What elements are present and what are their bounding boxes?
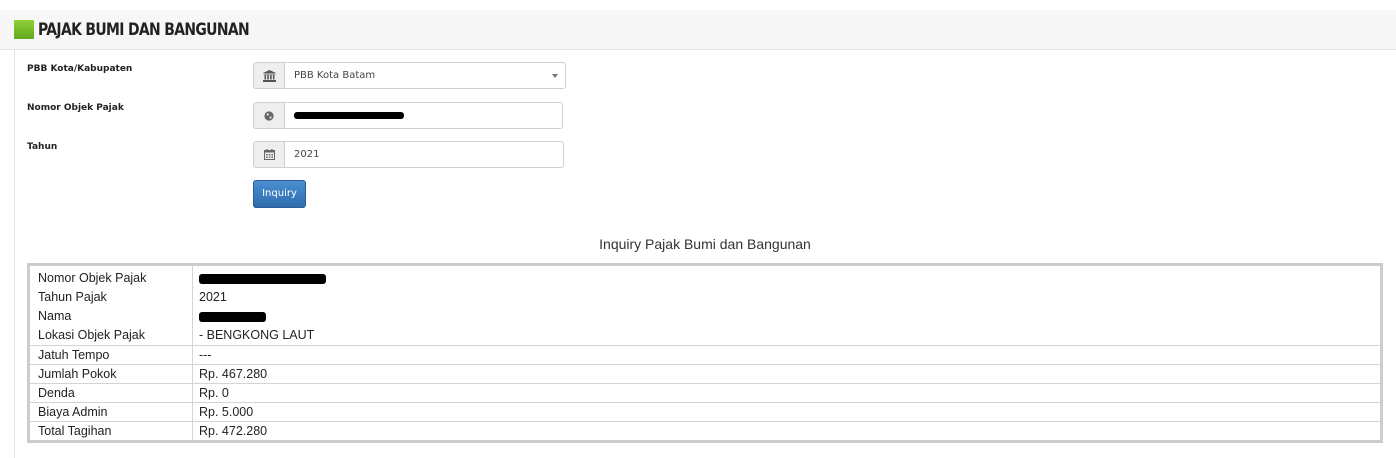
nop-label: Nomor Objek Pajak [27,103,124,113]
result-title: Inquiry Pajak Bumi dan Bangunan [599,236,811,252]
kota-select[interactable]: PBB Kota Batam [253,62,566,89]
inquiry-button[interactable]: Inquiry [253,180,306,208]
row-label: Jatuh Tempo [38,348,110,362]
table-row: Denda Rp. 0 [30,383,1380,400]
tahun-input[interactable]: 2021 [253,141,564,168]
nop-input[interactable] [253,102,563,129]
table-row: Jatuh Tempo --- [30,345,1380,362]
row-value: Rp. 472.280 [199,424,268,438]
institution-icon [254,63,285,88]
row-label: Total Tagihan [38,424,112,438]
tahun-input-value: 2021 [294,149,320,160]
kota-select-value: PBB Kota Batam [294,70,376,81]
row-value: Rp. 0 [199,386,229,400]
row-value: 2021 [199,290,227,304]
row-label: Nomor Objek Pajak [38,271,147,285]
result-table: Nomor Objek Pajak Tahun Pajak 2021 Nama … [27,263,1383,443]
nop-value-redaction [199,274,326,284]
row-label: Nama [38,309,72,323]
nop-redaction [294,112,404,119]
table-row: Total Tagihan Rp. 472.280 [30,421,1380,438]
row-value: Rp. 467.280 [199,367,268,381]
kota-label: PBB Kota/Kabupaten [27,64,133,74]
nama-value-redaction [199,312,266,322]
globe-icon [254,103,285,128]
row-value: - BENGKONG LAUT [199,328,315,342]
row-label: Biaya Admin [38,405,108,419]
table-row: Jumlah Pokok Rp. 467.280 [30,364,1380,381]
row-label: Jumlah Pokok [38,367,117,381]
row-label: Tahun Pajak [38,290,107,304]
row-label: Denda [38,386,75,400]
calendar-icon [254,142,285,167]
table-row: Biaya Admin Rp. 5.000 [30,402,1380,419]
page-title: PAJAK BUMI DAN BANGUNAN [38,20,250,40]
page: PAJAK BUMI DAN BANGUNAN PBB Kota/Kabupat… [0,0,1396,458]
row-value: Rp. 5.000 [199,405,254,419]
column-divider [192,266,193,440]
row-label: Lokasi Objek Pajak [38,328,146,342]
tahun-label: Tahun [27,142,58,152]
header-accent-square [14,20,34,39]
row-value: --- [199,348,212,362]
chevron-down-icon [552,74,558,78]
